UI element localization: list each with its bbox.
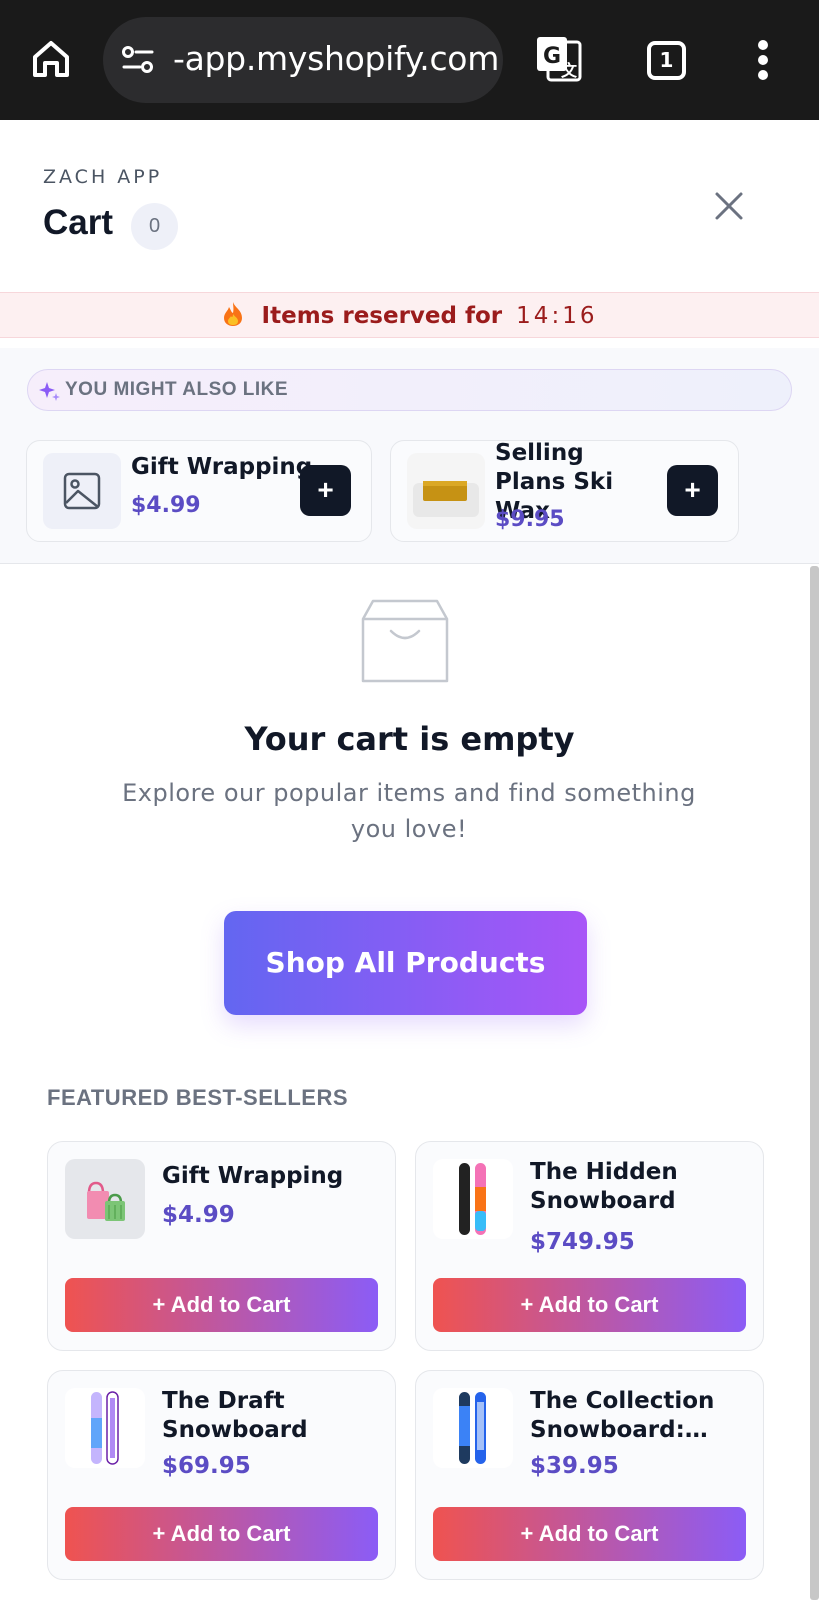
shopping-bag-icon: [361, 597, 449, 685]
product-price: $39.95: [530, 1453, 619, 1479]
product-title-line2: Snowboard:…: [530, 1417, 708, 1443]
product-title-line2: Snowboard: [162, 1417, 308, 1443]
upsell-item: Selling Plans Ski Wax $9.95 +: [390, 440, 739, 542]
scrollbar[interactable]: [810, 566, 819, 1600]
fire-icon: [222, 301, 244, 327]
product-price: $749.95: [530, 1229, 635, 1255]
cart-title: Cart: [43, 203, 114, 242]
url-text: -app.myshopify.com: [173, 39, 500, 78]
shop-all-products-button[interactable]: Shop All Products: [224, 911, 587, 1015]
product-card: Gift Wrapping $4.99 + Add to Cart: [47, 1141, 396, 1351]
add-to-cart-button[interactable]: + Add to Cart: [65, 1507, 378, 1561]
snowboard-image: [433, 1159, 513, 1239]
product-title-line2: Snowboard: [530, 1188, 676, 1214]
site-settings-icon[interactable]: [121, 46, 155, 74]
snowboard-image: [433, 1388, 513, 1468]
tabs-icon[interactable]: 1: [647, 41, 686, 80]
product-card: The Collection Snowboard:… $39.95 + Add …: [415, 1370, 764, 1580]
home-icon[interactable]: [30, 38, 72, 80]
upsell-heading: YOU MIGHT ALSO LIKE: [65, 379, 289, 400]
svg-text:文: 文: [561, 61, 578, 80]
cart-count-badge: 0: [131, 203, 178, 250]
close-icon[interactable]: [714, 191, 744, 221]
store-name: ZACH APP: [43, 166, 163, 188]
browser-toolbar: -app.myshopify.com G 文 1: [0, 0, 819, 120]
upsell-item-title: Gift Wrapping: [131, 454, 313, 480]
add-to-cart-button[interactable]: + Add to Cart: [65, 1278, 378, 1332]
reservation-label: Items reserved for: [261, 303, 503, 329]
product-title: The Draft: [162, 1388, 285, 1414]
featured-heading: FEATURED BEST-SELLERS: [47, 1085, 349, 1110]
translate-icon[interactable]: G 文: [534, 34, 584, 84]
gift-bags-image: [65, 1159, 145, 1239]
add-to-cart-button[interactable]: + Add to Cart: [433, 1278, 746, 1332]
product-price: $4.99: [162, 1202, 235, 1228]
reservation-banner: Items reserved for 14:16: [0, 292, 819, 338]
product-title: Gift Wrapping: [162, 1163, 344, 1189]
empty-cart-subtitle: Explore our popular items and find somet…: [122, 779, 696, 843]
svg-text:G: G: [543, 44, 561, 69]
upsell-heading-pill: YOU MIGHT ALSO LIKE: [27, 369, 792, 411]
more-vert-icon[interactable]: [757, 40, 769, 80]
address-bar[interactable]: -app.myshopify.com: [103, 17, 503, 103]
add-to-cart-button[interactable]: + Add to Cart: [433, 1507, 746, 1561]
product-title: The Collection: [530, 1388, 715, 1414]
reservation-timer: 14:16: [516, 303, 598, 329]
upsell-add-button[interactable]: +: [300, 465, 351, 516]
upsell-item-price: $9.95: [495, 507, 565, 532]
product-title: The Hidden: [530, 1159, 678, 1185]
upsell-add-button[interactable]: +: [667, 465, 718, 516]
ski-wax-image: [407, 453, 485, 529]
upsell-item: Gift Wrapping $4.99 +: [26, 440, 372, 542]
product-price: $69.95: [162, 1453, 251, 1479]
image-placeholder-icon: [43, 453, 121, 529]
snowboard-image: [65, 1388, 145, 1468]
upsell-section: YOU MIGHT ALSO LIKE Gift Wrapping $4.99 …: [0, 348, 819, 564]
product-card: The Draft Snowboard $69.95 + Add to Cart: [47, 1370, 396, 1580]
sparkle-icon: [38, 379, 62, 403]
upsell-item-price: $4.99: [131, 493, 201, 518]
product-card: The Hidden Snowboard $749.95 + Add to Ca…: [415, 1141, 764, 1351]
empty-cart-title: Your cart is empty: [244, 720, 575, 758]
